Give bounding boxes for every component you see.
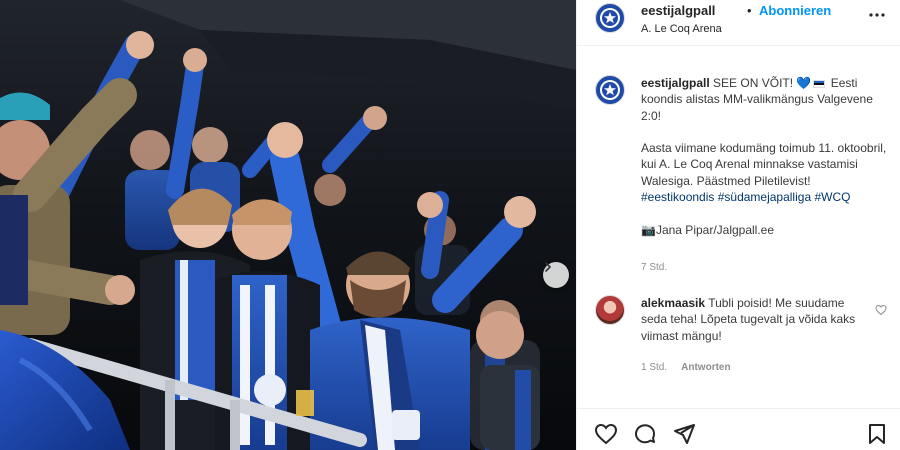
account-username[interactable]: eestijalgpall [641,3,715,18]
separator-dot: • [747,3,752,18]
more-options-button[interactable] [867,5,887,25]
follow-button[interactable]: Abonnieren [759,3,831,18]
comment-meta: 1 Std. Antworten [641,362,731,373]
comment-text: alekmaasik Tubli poisid! Me suudame seda… [641,295,871,344]
bookmark-icon [869,424,885,444]
caption-text-line1: SEE ON VÕIT! [713,76,797,90]
caption-hashtags[interactable]: #eestikoondis #südamejapalliga #WCQ [641,190,850,204]
comment-like-button[interactable] [875,303,887,316]
football-crest-icon [600,80,620,100]
post-photo[interactable] [0,0,576,450]
next-photo-button[interactable] [543,262,569,288]
post-header: eestijalgpall • Abonnieren A. Le Coq Are… [577,0,900,46]
caption-avatar[interactable] [595,75,625,105]
football-crest-icon [600,8,620,28]
reply-button[interactable]: Antworten [681,362,730,373]
commenter-avatar[interactable] [595,295,625,325]
post-caption: eestijalgpall SEE ON VÕIT! 💙 Eesti koond… [641,75,887,238]
comment-timestamp[interactable]: 1 Std. [641,362,667,373]
photo-credit: Jana Pipar/Jalgpall.ee [655,222,775,237]
camera-emoji: 📷 [641,222,656,237]
more-dots-icon [869,13,885,17]
save-button[interactable] [865,422,889,446]
chevron-right-icon [545,262,551,272]
post-location[interactable]: A. Le Coq Arena [641,23,722,35]
comments-section: eestijalgpall SEE ON VÕIT! 💙 Eesti koond… [577,47,900,407]
account-avatar[interactable] [595,3,625,33]
like-button[interactable] [594,422,618,446]
stadium-crowd-image [0,0,576,450]
caption-timestamp[interactable]: 7 Std. [641,262,667,273]
caption-username[interactable]: eestijalgpall [641,76,710,90]
blue-heart-emoji: 💙 [796,76,812,90]
heart-outline-icon [594,423,618,445]
caption-paragraph-2: Aasta viimane kodumäng toimub 11. oktoob… [641,141,890,188]
commenter-username[interactable]: alekmaasik [641,296,705,310]
post-actions-bar [577,408,900,450]
comment-bubble-icon [635,424,656,444]
share-button[interactable] [672,422,696,446]
paper-plane-icon [674,424,695,444]
comment-button[interactable] [633,422,657,446]
heart-outline-icon [875,304,887,316]
estonia-flag-icon [813,79,826,88]
post-side-panel: eestijalgpall • Abonnieren A. Le Coq Are… [576,0,900,450]
